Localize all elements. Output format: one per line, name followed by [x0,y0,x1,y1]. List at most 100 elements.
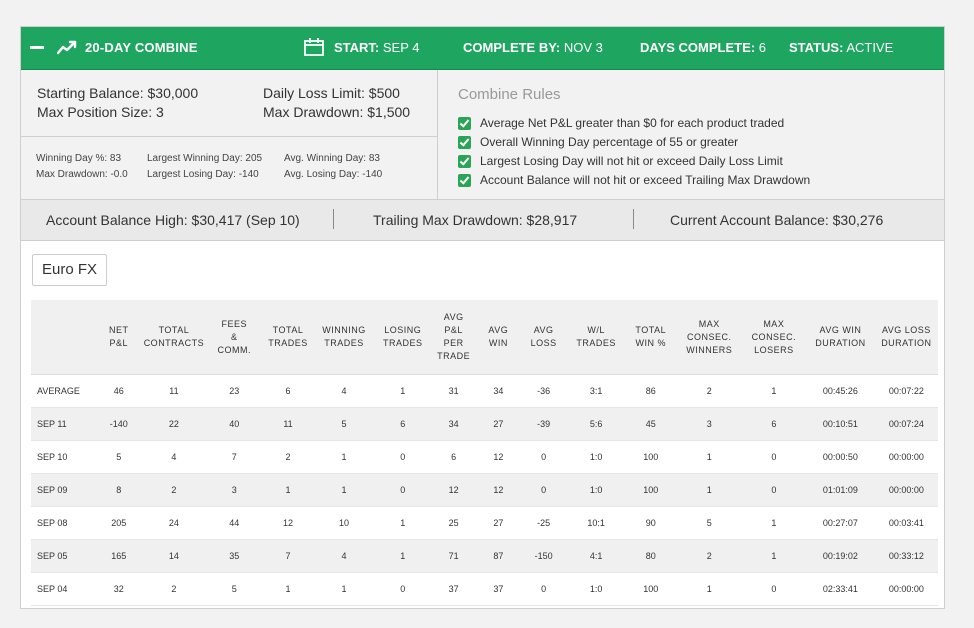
complete-by-date: COMPLETE BY: NOV 3 [463,40,603,55]
column-header-label: LOSING [384,325,422,335]
column-header[interactable]: AVG LOSS [519,300,568,375]
table-cell: 5 [312,407,376,441]
table-cell: SEP 05 [31,539,95,573]
table-header-row: NET P&L TOTAL CONTRACTS FEES & COMM. TOTAL TRADE… [31,300,938,375]
column-header-label: TOTAL [158,325,190,335]
table-cell: 00:33:12 [874,539,938,573]
column-header-label: CONTRACTS [143,338,205,348]
table-cell: 1 [676,440,742,474]
table-cell: 12 [430,473,478,507]
table-cell: -150 [519,539,568,573]
table-cell: SEP 09 [31,473,95,507]
combine-info: Starting Balance: $30,000 Max Position S… [21,70,944,200]
column-header[interactable]: MAX CONSEC. LOSERS [741,300,807,375]
checkbox-checked-icon [458,135,471,149]
table-cell: 27 [477,506,520,540]
table-cell: 4 [142,440,206,474]
rule-item: Largest Losing Day will not hit or excee… [458,154,783,168]
divider [633,209,634,229]
column-header-label: & [231,331,238,342]
column-header[interactable] [31,300,95,375]
rule-item: Account Balance will not hit or exceed T… [458,173,810,187]
column-header-label: PER [443,338,464,348]
column-header-label: COMM. [217,344,251,355]
column-header[interactable]: WINNING TRADES [312,300,376,375]
table-cell: 3:1 [567,374,625,408]
table-cell: 45 [624,407,677,441]
column-header-label: FEES [221,318,248,329]
table-cell: 1 [741,539,807,573]
table-cell: 1 [741,374,807,408]
table-cell: 00:07:24 [874,407,938,441]
table-cell: 5 [205,572,264,606]
column-header-label: MAX [763,318,785,329]
column-header[interactable]: AVG P&L PER TRADE [430,300,478,375]
column-header-label: P&L [444,325,463,335]
column-header[interactable]: LOSING TRADES [375,300,431,375]
column-header-label: DURATION [881,338,932,348]
column-header[interactable]: TOTAL CONTRACTS [142,300,206,375]
account-balance-high: Account Balance High: $30,417 (Sep 10) [46,212,300,228]
table-row: SEP 09 8 2 3 1 1 0 12 12 0 1:0 100 1 0 01:01:09 00:00:0… [31,473,938,507]
table-cell: 3 [676,407,742,441]
table-body: AVERAGE 46 11 23 6 4 1 31 34 -36 3:1 86 2 1 00:45:26 00… [31,374,938,606]
column-header[interactable]: AVG LOSS DURATION [874,300,938,375]
table-cell: 0 [375,473,431,507]
table-cell: 24 [142,506,206,540]
current-account-balance: Current Account Balance: $30,276 [670,212,884,228]
table-cell: 32 [94,572,143,606]
account-summary-bar: Account Balance High: $30,417 (Sep 10) T… [21,200,944,241]
collapse-icon[interactable] [30,46,44,49]
table-cell: 1 [676,572,742,606]
product-button-euro-fx[interactable]: Euro FX [32,254,108,286]
table-cell: 01:01:09 [806,473,875,507]
column-header[interactable]: AVG WIN DURATION [806,300,875,375]
day-stats-block: Winning Day %: 83 Max Drawdown: -0.0 Lar… [21,137,437,199]
table-cell: SEP 04 [31,572,95,606]
column-header[interactable]: FEES & COMM. [205,300,264,375]
column-header[interactable]: TOTAL TRADES [263,300,313,375]
table-cell: 0 [375,572,431,606]
column-header[interactable]: MAX CONSEC. WINNERS [676,300,742,375]
column-header[interactable]: W/L TRADES [567,300,625,375]
daily-stats-table: NET P&L TOTAL CONTRACTS FEES & COMM. TOTAL TRADE… [31,300,938,606]
balance-section: Starting Balance: $30,000 Max Position S… [21,70,438,199]
checkbox-checked-icon [458,173,471,187]
table-cell: 0 [741,473,807,507]
column-header-label: AVG [443,312,464,322]
table-cell: 4 [312,374,376,408]
table-cell: 90 [624,506,677,540]
column-header-label: TRADES [576,338,616,348]
table-cell: 37 [430,572,478,606]
column-header-label: NET [109,325,129,335]
column-header[interactable]: NET P&L [94,300,143,375]
column-header-label: AVG WIN [819,325,862,335]
column-header-label: LOSERS [754,344,794,355]
table-cell: AVERAGE [31,374,95,408]
table-cell: 34 [430,407,478,441]
table-cell: 00:00:00 [874,440,938,474]
table-cell: 1:0 [567,473,625,507]
table-cell: 31 [430,374,478,408]
table-cell: 0 [741,440,807,474]
table-cell: 1 [263,572,313,606]
table-cell: 1 [312,473,376,507]
column-header[interactable]: TOTAL WIN % [624,300,677,375]
largest-winning-day: Largest Winning Day: 205 [147,153,263,164]
table-cell: 1 [375,539,431,573]
table-cell: 205 [94,506,143,540]
table-cell: 25 [430,506,478,540]
table-cell: 00:00:50 [806,440,875,474]
table-cell: 1 [676,473,742,507]
column-header-label: MAX [698,318,720,329]
column-header-label: AVG [533,325,554,335]
column-header[interactable]: AVG WIN [477,300,520,375]
daily-loss-limit: Daily Loss Limit: $500 [263,85,400,101]
table-cell: 1 [263,473,313,507]
table-cell: 14 [142,539,206,573]
table-row: SEP 08 205 24 44 12 10 1 25 27 -25 10:1 90 5 1 00:27:0… [31,506,938,540]
table-cell: 2 [142,572,206,606]
rules-title: Combine Rules [458,86,561,103]
table-cell: 80 [624,539,677,573]
trend-icon [57,40,77,55]
